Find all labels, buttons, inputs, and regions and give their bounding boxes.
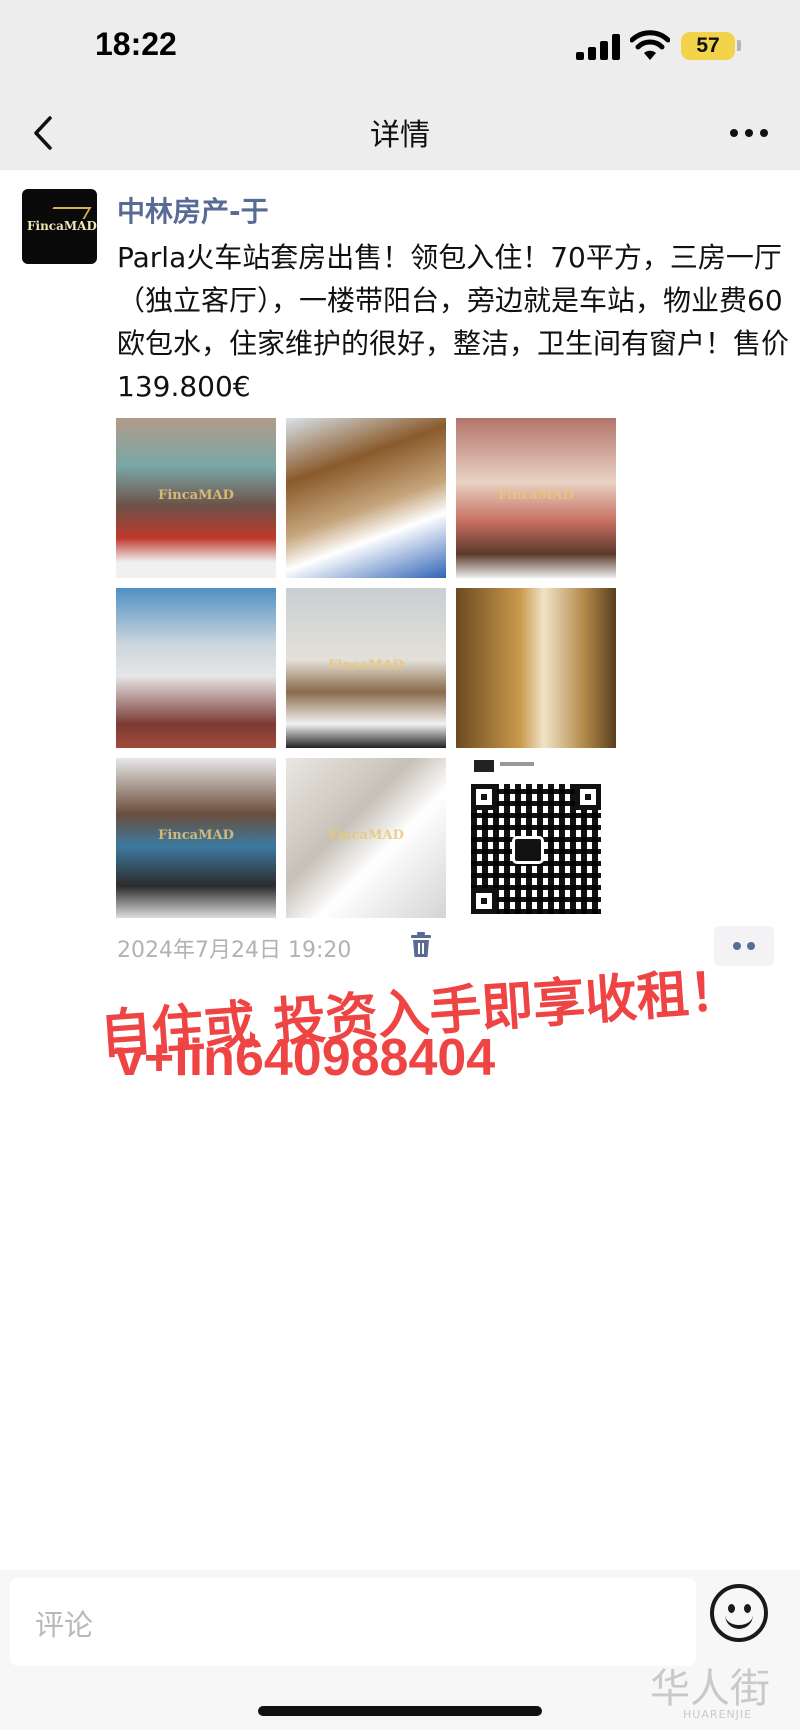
photo-qr-code[interactable] <box>456 758 616 918</box>
comment-bar: 评论 华人街 HUARENJIE <box>0 1570 800 1730</box>
post-timestamp: 2024年7月24日 19:20 <box>117 938 352 963</box>
qr-finder <box>575 784 601 810</box>
post-text: Parla火车站套房出售！领包入住！70平方，三房一厅（独立客厅），一楼带阳台，… <box>117 241 790 403</box>
photo-bedroom[interactable]: FincaMAD <box>456 418 616 578</box>
photo-dining[interactable]: FincaMAD <box>286 588 446 748</box>
qr-finder <box>471 888 497 914</box>
post-detail: FincaMAD 中林房产-于 Parla火车站套房出售！领包入住！70平方，三… <box>0 170 800 1570</box>
photo-living-room[interactable]: FincaMAD <box>116 418 276 578</box>
more-icon[interactable] <box>726 118 772 148</box>
qr-header-avatar <box>474 760 494 772</box>
comment-placeholder: 评论 <box>35 1608 94 1642</box>
photo-room[interactable]: FincaMAD <box>116 758 276 918</box>
emoji-icon[interactable] <box>710 1584 768 1642</box>
qr-finder <box>471 784 497 810</box>
signal-icon <box>576 34 620 60</box>
avatar[interactable]: FincaMAD <box>22 189 97 264</box>
photo-kitchen[interactable] <box>286 418 446 578</box>
wechat-logo-icon <box>512 836 544 864</box>
photo-hallway[interactable] <box>456 588 616 748</box>
emoji-mouth <box>725 1612 753 1629</box>
photo-watermark: FincaMAD <box>328 658 404 673</box>
qr-header-name <box>500 762 534 766</box>
photo-grid: FincaMAD FincaMAD FincaMAD FincaMAD Finc… <box>116 418 616 918</box>
battery-tip <box>737 40 741 51</box>
site-watermark-en: HUARENJIE <box>683 1708 753 1721</box>
site-watermark: 华人街 <box>650 1666 770 1712</box>
promo-contact-text: v+lin640988404 <box>115 1029 496 1087</box>
trash-icon[interactable] <box>409 931 433 959</box>
clock: 18:22 <box>95 26 177 62</box>
comment-input[interactable]: 评论 <box>10 1578 696 1666</box>
photo-watermark: FincaMAD <box>328 828 404 843</box>
photo-watermark: FincaMAD <box>158 828 234 843</box>
author-name[interactable]: 中林房产-于 <box>117 190 269 230</box>
nav-bar: 详情 <box>0 96 800 170</box>
home-indicator[interactable] <box>258 1706 542 1716</box>
battery-indicator: 57 <box>681 32 735 60</box>
roof-logo-icon <box>46 207 92 219</box>
photo-watermark: FincaMAD <box>498 488 574 503</box>
wifi-icon <box>630 30 670 60</box>
photo-balcony[interactable] <box>116 588 276 748</box>
photo-bathroom[interactable]: FincaMAD <box>286 758 446 918</box>
status-bar: 18:22 57 <box>0 0 800 96</box>
avatar-brand: FincaMAD <box>27 219 97 233</box>
page-title: 详情 <box>370 118 430 153</box>
photo-watermark: FincaMAD <box>158 488 234 503</box>
